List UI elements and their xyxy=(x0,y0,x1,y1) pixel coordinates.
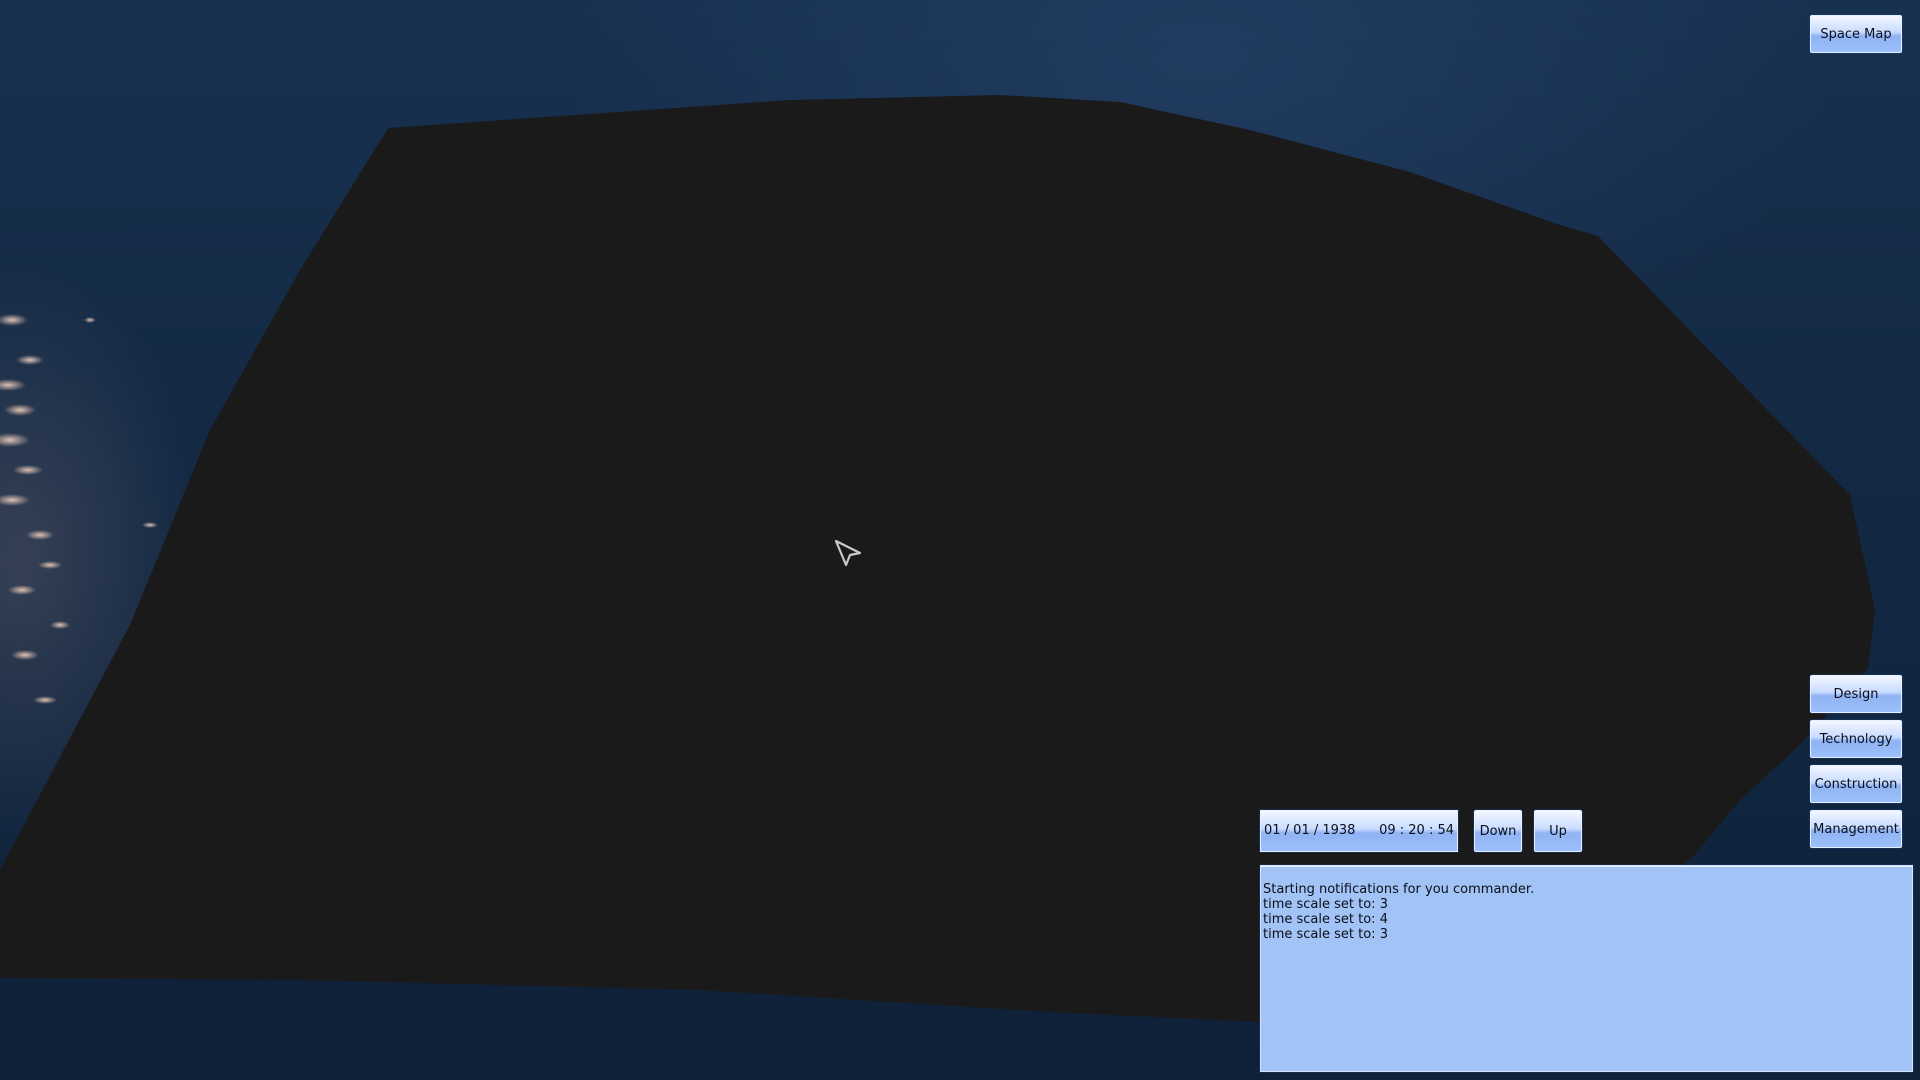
design-button[interactable]: Design xyxy=(1810,675,1902,713)
technology-button[interactable]: Technology xyxy=(1810,720,1902,758)
notification-line: time scale set to: 3 xyxy=(1263,897,1388,912)
time-scale-up-button[interactable]: Up xyxy=(1534,810,1582,852)
notifications-panel[interactable]: Starting notifications for you commander… xyxy=(1260,865,1913,1072)
notification-line: Starting notifications for you commander… xyxy=(1263,882,1535,897)
notification-line: time scale set to: 4 xyxy=(1263,912,1388,927)
construction-button[interactable]: Construction xyxy=(1810,765,1902,803)
time-scale-down-button[interactable]: Down xyxy=(1474,810,1522,852)
mouse-pointer-icon xyxy=(834,539,864,573)
game-clock: 01 / 01 / 1938 09 : 20 : 54 xyxy=(1260,810,1458,852)
game-time: 09 : 20 : 54 xyxy=(1379,823,1454,838)
management-button[interactable]: Management xyxy=(1810,810,1902,848)
space-map-button[interactable]: Space Map xyxy=(1810,15,1902,53)
notification-line: time scale set to: 3 xyxy=(1263,927,1388,942)
game-date: 01 / 01 / 1938 xyxy=(1264,823,1356,838)
